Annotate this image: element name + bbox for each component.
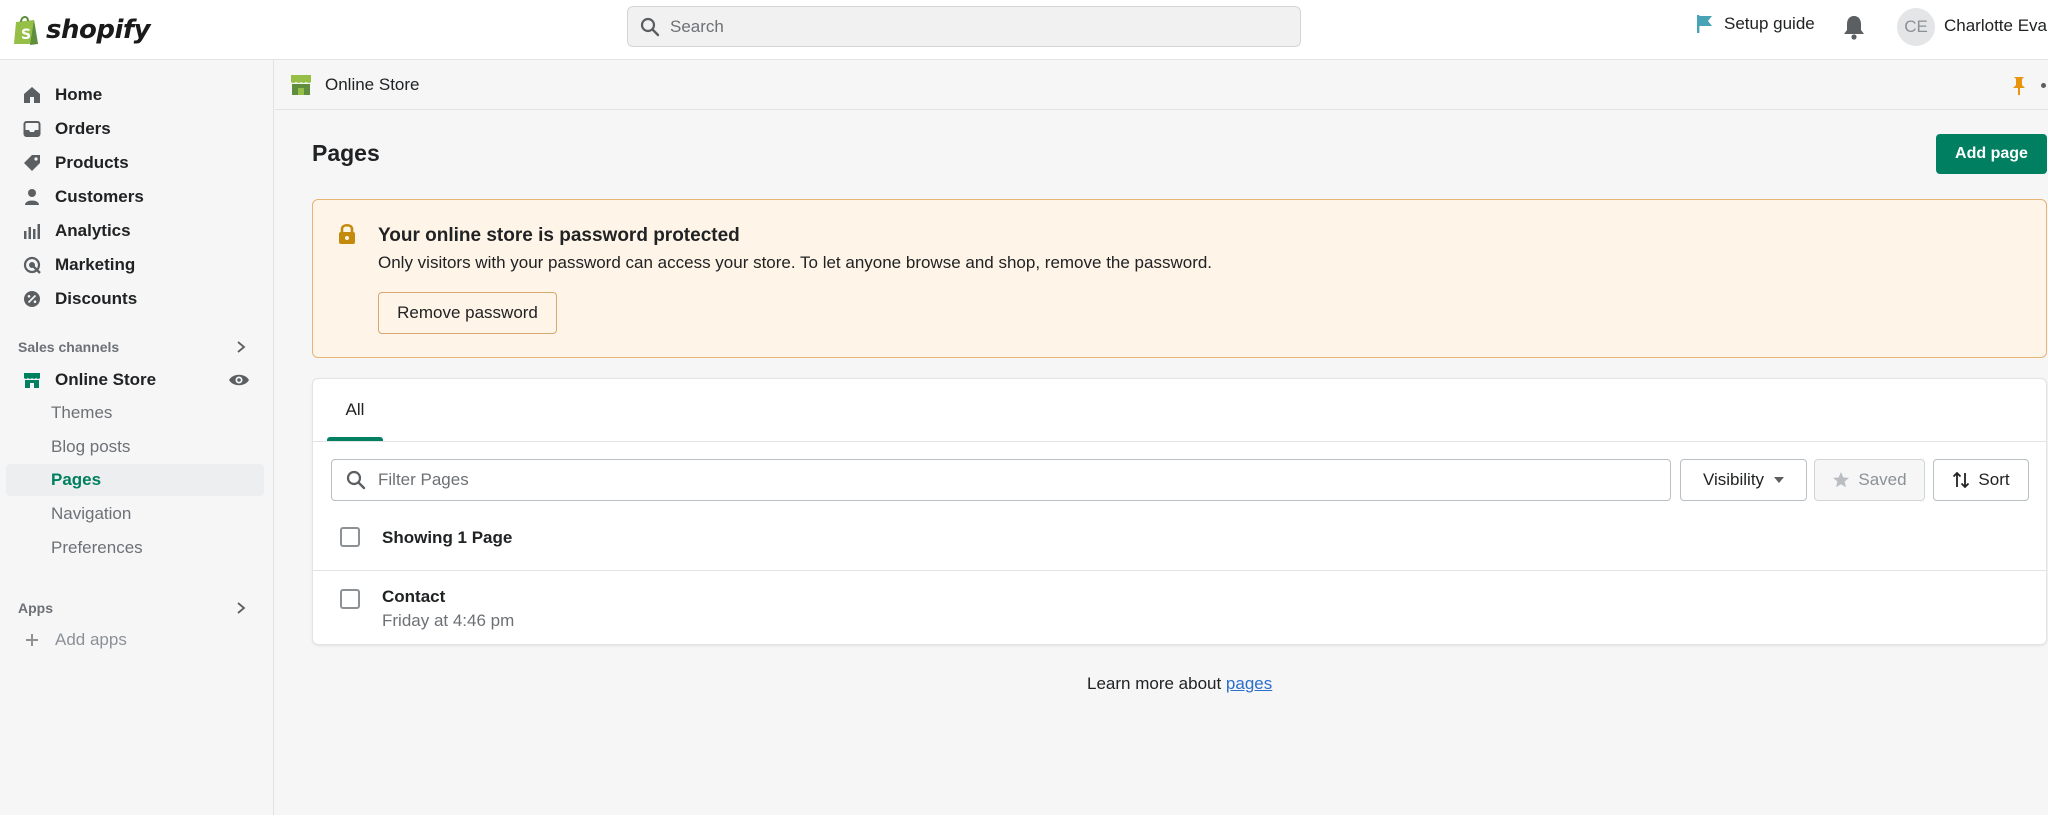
sidebar-subitem-navigation[interactable]: Navigation [6,498,264,530]
page-row-updated: Friday at 4:46 pm [382,611,515,630]
apps-label: Apps [18,600,53,616]
star-icon [1833,472,1850,488]
setup-guide-label: Setup guide [1724,14,1815,33]
sidebar-subitem-themes[interactable]: Themes [6,397,264,429]
learn-more: Learn more about pages [1087,674,1272,694]
sales-channels-label: Sales channels [18,339,120,355]
banner-title: Your online store is password protected [378,225,740,246]
user-name[interactable]: Charlotte Eva [1944,16,2048,36]
banner-description: Only visitors with your password can acc… [378,253,1213,272]
filter-pages-input[interactable] [378,470,1658,490]
saved-label: Saved [1858,470,1907,489]
shopify-bag-icon: S [14,16,38,45]
sidebar-item-label: Marketing [55,255,136,274]
caret-down-icon [1774,477,1785,483]
pages-help-link[interactable]: pages [1226,674,1272,693]
bell-icon[interactable] [1842,14,1866,40]
sidebar-item-online-store[interactable]: Online Store [6,364,264,396]
add-apps-label: Add apps [55,630,127,649]
shopify-wordmark: shopify [46,15,151,45]
sidebar-item-label: Analytics [55,221,131,240]
flag-icon [1697,15,1712,33]
filter-pages[interactable] [331,459,1671,501]
divider [313,570,2046,571]
pin-icon[interactable] [2010,76,2028,96]
breadcrumb: Online Store [275,60,2048,110]
sort-button[interactable]: Sort [1933,459,2029,501]
online-store-icon [291,74,311,95]
password-banner: Your online store is password protected … [312,199,2047,358]
tag-icon [22,153,42,173]
row-checkbox[interactable] [340,589,360,609]
select-all-checkbox[interactable] [340,527,360,547]
avatar-initials: CE [1904,17,1928,36]
sidebar-item-discounts[interactable]: Discounts [6,283,264,315]
visibility-dropdown[interactable]: Visibility [1680,459,1807,501]
top-bar: S shopify Setup guide CE Charlotte Eva [0,0,2048,60]
lock-icon [339,223,355,244]
sidebar-item-products[interactable]: Products [6,147,264,179]
chevron-right-icon[interactable] [234,601,248,615]
store-icon [22,370,42,390]
person-icon [22,187,42,207]
add-page-button[interactable]: Add page [1936,134,2047,174]
chevron-right-icon[interactable] [234,340,248,354]
search-input[interactable] [670,16,1270,37]
sidebar-item-analytics[interactable]: Analytics [6,215,264,247]
sidebar-item-orders[interactable]: Orders [6,113,264,145]
eye-icon[interactable] [228,372,250,388]
discount-icon [22,289,42,309]
page-row-title[interactable]: Contact [382,587,445,607]
tab-all[interactable]: All [327,379,383,441]
sort-label: Sort [1978,470,2010,489]
remove-password-button[interactable]: Remove password [378,292,557,334]
plus-icon [22,630,42,650]
learn-more-text: Learn more about [1087,674,1226,693]
bar-chart-icon [22,221,42,241]
showing-count: Showing 1 Page [382,528,513,547]
sidebar-item-label: Customers [55,187,144,206]
sidebar-subitem-blog-posts[interactable]: Blog posts [6,431,264,463]
search-icon [640,17,660,36]
saved-button[interactable]: Saved [1814,459,1925,501]
setup-guide-button[interactable]: Setup guide [1696,14,1815,34]
pages-list-card: All Visibility Saved Sort Showing 1 Page… [312,378,2047,645]
target-icon [22,255,42,275]
sidebar-item-label: Home [55,85,103,104]
sort-icon [1953,471,1970,489]
more-actions-icon[interactable] [2041,83,2046,88]
sidebar-item-label: Orders [55,119,111,138]
sidebar-subitem-preferences[interactable]: Preferences [6,532,264,564]
orders-icon [22,119,42,139]
home-icon [22,85,42,105]
visibility-label: Visibility [1702,470,1765,489]
avatar[interactable]: CE [1897,8,1935,46]
breadcrumb-label[interactable]: Online Store [325,75,420,95]
sidebar-item-marketing[interactable]: Marketing [6,249,264,281]
page-title: Pages [312,140,380,166]
sidebar-item-home[interactable]: Home [6,79,264,111]
sidebar-item-customers[interactable]: Customers [6,181,264,213]
shopify-logo[interactable]: S shopify [12,10,151,50]
svg-text:S: S [21,27,31,43]
add-apps-button[interactable]: Add apps [6,624,264,656]
sidebar: Home Orders Products Customers Analytics… [0,60,274,815]
global-search[interactable] [627,6,1301,47]
sidebar-item-label: Discounts [55,289,138,308]
sidebar-item-label: Online Store [55,370,157,389]
search-icon [346,470,366,490]
sidebar-subitem-pages[interactable]: Pages [6,464,264,496]
divider [313,441,2046,442]
sidebar-item-label: Products [55,153,129,172]
